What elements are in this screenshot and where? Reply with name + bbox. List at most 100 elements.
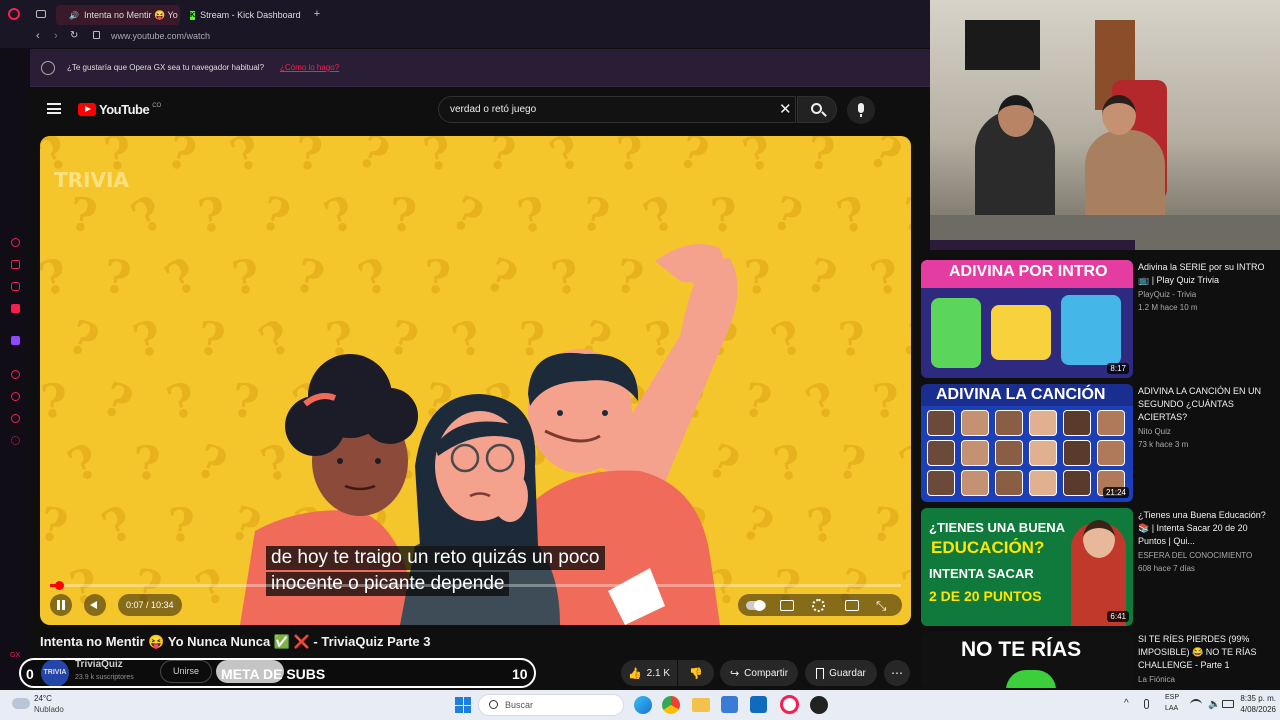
recommendation-thumbnail-4[interactable]: NO TE RÍAS [921, 632, 1133, 688]
microphone-icon [858, 103, 864, 113]
banner-link[interactable]: ¿Cómo lo hago? [280, 63, 339, 72]
tab-switcher-icon[interactable] [36, 10, 46, 18]
person-right-head [1102, 95, 1136, 135]
language-indicator-bottom[interactable]: LAA [1165, 705, 1178, 712]
recommendation-thumbnail-2[interactable]: ADIVINA LA CANCIÓN 21:24 [921, 384, 1133, 502]
opera-logo-icon[interactable] [8, 8, 20, 20]
back-icon[interactable]: ‹ [36, 30, 40, 42]
youtube-logo[interactable]: YouTube CO [78, 102, 161, 117]
sidebar-item-gear-icon[interactable] [11, 436, 20, 445]
tray-chevron-icon[interactable]: ^ [1124, 698, 1129, 709]
recommendation-meta-3: 608 hace 7 días [1138, 564, 1195, 573]
address-bar: ‹ › ↻ www.youtube.com/watch [0, 28, 930, 48]
recommendation-title-2[interactable]: ADIVINA LA CANCIÓN EN UN SEGUNDO ¿CUÁNTA… [1138, 385, 1268, 424]
settings-gear-icon[interactable] [812, 599, 825, 612]
clock-date[interactable]: 4/08/2026 [1230, 705, 1276, 714]
thumb-line-4: 2 DE 20 PUNTOS [929, 588, 1042, 604]
outlook-icon[interactable] [750, 696, 767, 713]
tab-label: Stream - Kick Dashboard [200, 10, 301, 20]
hamburger-menu-icon[interactable] [47, 103, 61, 114]
speaker-icon [90, 601, 97, 609]
tray-mic-icon[interactable] [1144, 699, 1149, 709]
recommendation-title-1[interactable]: Adivina la SERIE por su INTRO 📺 | Play Q… [1138, 261, 1268, 287]
tab-speaker-icon[interactable]: 🔊 [69, 11, 79, 20]
sidebar-item-messenger-icon[interactable] [11, 304, 20, 313]
voice-search-button[interactable] [847, 96, 875, 124]
recommendation-thumbnail-3[interactable]: ¿TIENES UNA BUENA EDUCACIÓN? INTENTA SAC… [921, 508, 1133, 626]
sidebar-item-twitch-icon[interactable] [11, 336, 20, 345]
thumb-line-2: EDUCACIÓN? [931, 538, 1045, 557]
volume-icon[interactable]: 🔈 [1208, 699, 1220, 710]
save-button[interactable]: Guardar [805, 660, 877, 686]
share-icon: ↪ [729, 667, 740, 680]
banner-text: ¿Te gustaría que Opera GX sea tu navegad… [67, 63, 265, 72]
caption-line-1: de hoy te traigo un reto quizás un poco [266, 546, 605, 570]
search-button[interactable] [797, 96, 837, 123]
recommendation-meta-1: 1.2 M hace 10 m [1138, 303, 1198, 312]
language-indicator-top[interactable]: ESP [1165, 694, 1179, 701]
tab-kick[interactable]: K Stream - Kick Dashboard [182, 5, 302, 25]
new-tab-button[interactable]: + [311, 8, 323, 20]
weather-temp[interactable]: 24°C [34, 694, 52, 703]
recommendation-title-3[interactable]: ¿Tienes una Buena Educación? 📚 | Intenta… [1138, 509, 1268, 548]
taskbar-search-placeholder: Buscar [505, 700, 534, 710]
reload-icon[interactable]: ↻ [70, 30, 78, 41]
share-button[interactable]: ↪ Compartir [720, 660, 798, 686]
clear-search-icon[interactable]: ✕ [779, 100, 792, 118]
video-title: Intenta no Mentir 😝 Yo Nunca Nunca ✅ ❌ -… [40, 634, 431, 649]
start-button[interactable] [455, 697, 471, 713]
progress-bar[interactable] [50, 581, 901, 590]
sidebar-item-settings-icon[interactable] [11, 414, 20, 423]
chrome-icon[interactable] [662, 696, 680, 714]
forward-icon[interactable]: › [54, 30, 58, 42]
app-icon-black[interactable] [810, 696, 828, 714]
search-input[interactable]: verdad o retó juego ✕ [438, 96, 796, 123]
recommendation-thumbnail-1[interactable]: ADIVINA POR INTRO 8:17 [921, 260, 1133, 378]
artist-face [1097, 410, 1125, 436]
sidebar-item-bag-icon[interactable] [11, 260, 20, 269]
default-browser-banner: ¿Te gustaría que Opera GX sea tu navegad… [30, 49, 930, 87]
wifi-icon[interactable] [1190, 699, 1202, 711]
file-explorer-icon[interactable] [692, 698, 710, 712]
taskbar-search[interactable]: Buscar [478, 694, 624, 716]
sidebar-item-history-icon[interactable] [11, 238, 20, 247]
sidebar-item-player-icon[interactable] [11, 370, 20, 379]
edge-icon[interactable] [634, 696, 652, 714]
thumb-line-3: INTENTA SACAR [929, 566, 1034, 581]
recommendation-channel-1[interactable]: PlayQuiz - Trivia [1138, 290, 1196, 299]
opera-info-icon [41, 61, 55, 75]
store-icon[interactable] [721, 696, 738, 713]
video-player[interactable]: ????????????????????????????????????????… [40, 136, 911, 625]
artist-face [995, 470, 1023, 496]
volume-button[interactable] [84, 594, 106, 616]
fullscreen-icon[interactable]: ⤡ [876, 598, 886, 614]
miniplayer-icon[interactable] [845, 600, 859, 611]
thumbs-up-icon: 👍 [627, 667, 642, 680]
thumb-line-1: ¿TIENES UNA BUENA [929, 520, 1066, 535]
lock-icon [93, 31, 100, 39]
windows-taskbar: 24°C Nublado Buscar ^ ESP LAA 🔈 8:35 p. … [0, 690, 1280, 720]
opera-gx-taskbar-icon[interactable] [780, 695, 799, 714]
recommendation-channel-4[interactable]: La Fiónica [1138, 675, 1175, 684]
like-button[interactable]: 👍 2.1 K [621, 660, 677, 686]
recommendation-title-4[interactable]: SI TE RÍES PIERDES (99% IMPOSIBLE) 😂 NO … [1138, 633, 1268, 672]
recommendation-channel-2[interactable]: Nito Quiz [1138, 427, 1171, 436]
clock-time[interactable]: 8:35 p. m. [1230, 694, 1276, 703]
autoplay-toggle[interactable] [746, 600, 766, 611]
weather-cloud-icon[interactable] [12, 698, 30, 709]
recommendation-channel-3[interactable]: ESFERA DEL CONOCIMIENTO [1138, 551, 1252, 560]
time-display: 0:07 / 10:34 [118, 594, 182, 616]
tab-youtube[interactable]: 🔊 Intenta no Mentir 😝 Yo [56, 5, 180, 25]
thumb-title-1: ADIVINA POR INTRO [949, 263, 1108, 280]
more-actions-button[interactable]: ⋯ [884, 660, 910, 686]
url-text[interactable]: www.youtube.com/watch [111, 31, 210, 41]
sidebar-item-chat-icon[interactable] [11, 282, 20, 291]
sidebar-item-clock-icon[interactable] [11, 392, 20, 401]
youtube-logo-text: YouTube [99, 102, 150, 117]
youtube-play-icon [78, 103, 96, 116]
artist-face [1063, 470, 1091, 496]
subtitles-icon[interactable] [780, 600, 794, 611]
thumb-title-4: NO TE RÍAS [961, 638, 1082, 661]
dislike-button[interactable]: 👎 [678, 660, 714, 686]
pause-button[interactable] [50, 594, 72, 616]
